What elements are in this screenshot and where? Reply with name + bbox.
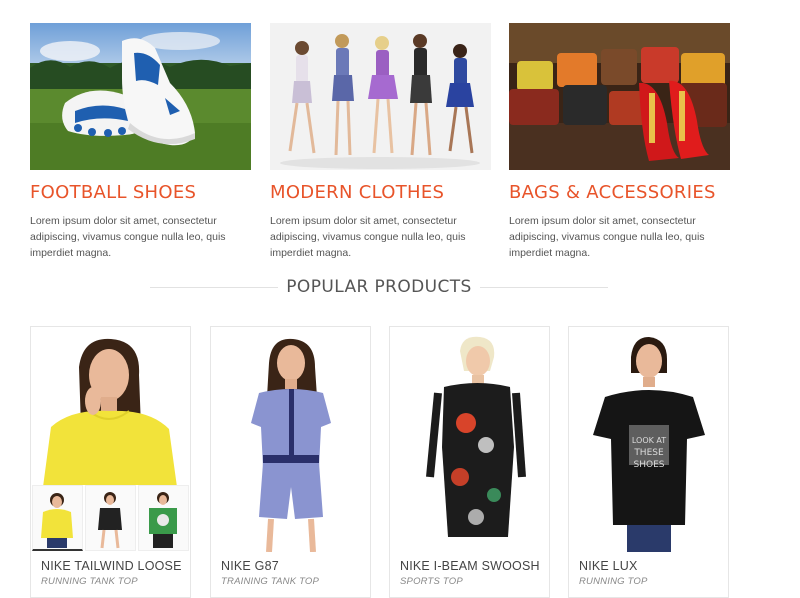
bags-accessories-image[interactable] (509, 23, 730, 170)
category-description: Lorem ipsum dolor sit amet, consectetur … (30, 215, 226, 259)
product-card[interactable]: NIKE TAILWIND LOOSE RUNNING TANK TOP (30, 326, 191, 598)
product-card[interactable]: LOOK AT THESE SHOES NIKE LUX RUNNING TOP (568, 326, 729, 598)
thumbnail-yellow-top[interactable] (32, 485, 83, 551)
popular-products-heading: POPULAR PRODUCTS (150, 274, 608, 300)
heading-divider-left (150, 286, 279, 288)
section-title: POPULAR PRODUCTS (286, 277, 472, 297)
product-card[interactable]: NIKE I-BEAM SWOOSH SPORTS TOP (389, 326, 550, 598)
svg-text:SHOES: SHOES (634, 460, 665, 470)
product-image[interactable] (390, 327, 549, 552)
category-description: Lorem ipsum dolor sit amet, consectetur … (509, 215, 705, 259)
football-shoes-image[interactable] (30, 23, 251, 170)
thumbnail-black-top[interactable] (85, 485, 136, 551)
category-modern-clothes[interactable]: MODERN CLOTHES Lorem ipsum dolor sit ame… (270, 23, 491, 261)
modern-clothes-image[interactable] (270, 23, 491, 170)
category-bags-accessories[interactable]: BAGS & ACCESSORIES Lorem ipsum dolor sit… (509, 23, 730, 261)
product-category: RUNNING TOP (579, 576, 648, 587)
category-title[interactable]: MODERN CLOTHES (270, 182, 491, 203)
product-name[interactable]: NIKE LUX (579, 559, 638, 573)
svg-text:LOOK AT: LOOK AT (632, 436, 666, 445)
category-title[interactable]: BAGS & ACCESSORIES (509, 182, 730, 203)
category-football-shoes[interactable]: FOOTBALL SHOES Lorem ipsum dolor sit ame… (30, 23, 251, 261)
product-image[interactable] (211, 327, 370, 552)
svg-text:THESE: THESE (633, 448, 664, 458)
thumbnail-green-top[interactable] (138, 485, 189, 551)
product-category: TRAINING TANK TOP (221, 576, 320, 587)
category-description: Lorem ipsum dolor sit amet, consectetur … (270, 215, 466, 259)
product-name[interactable]: NIKE G87 (221, 559, 279, 573)
product-name[interactable]: NIKE I-BEAM SWOOSH (400, 559, 540, 573)
product-category: RUNNING TANK TOP (41, 576, 138, 587)
category-title[interactable]: FOOTBALL SHOES (30, 182, 251, 203)
product-name[interactable]: NIKE TAILWIND LOOSE (41, 559, 182, 573)
product-card[interactable]: NIKE G87 TRAINING TANK TOP (210, 326, 371, 598)
product-category: SPORTS TOP (400, 576, 463, 587)
product-thumbnails (32, 485, 189, 551)
product-image[interactable]: LOOK AT THESE SHOES (569, 327, 728, 552)
heading-divider-right (479, 286, 608, 288)
